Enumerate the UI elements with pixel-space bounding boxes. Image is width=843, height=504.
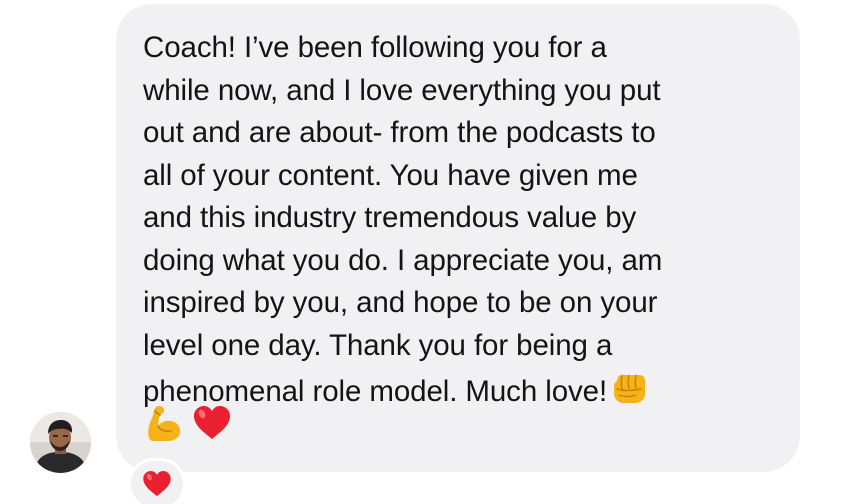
red-heart-icon — [194, 406, 230, 439]
reaction-badge[interactable] — [128, 458, 186, 504]
chat-screen: Coach! I’ve been following you for a whi… — [0, 0, 843, 504]
red-heart-icon — [143, 471, 171, 497]
flexed-biceps-icon — [148, 405, 181, 441]
message-bubble[interactable]: Coach! I’ve been following you for a whi… — [116, 4, 800, 472]
avatar[interactable] — [30, 412, 91, 473]
message-text: Coach! I’ve been following you for a whi… — [143, 27, 780, 414]
emoji-row — [143, 402, 233, 444]
message-body: Coach! I’ve been following you for a whi… — [143, 31, 663, 408]
avatar-photo — [30, 412, 91, 473]
fist-bump-icon — [614, 374, 646, 403]
